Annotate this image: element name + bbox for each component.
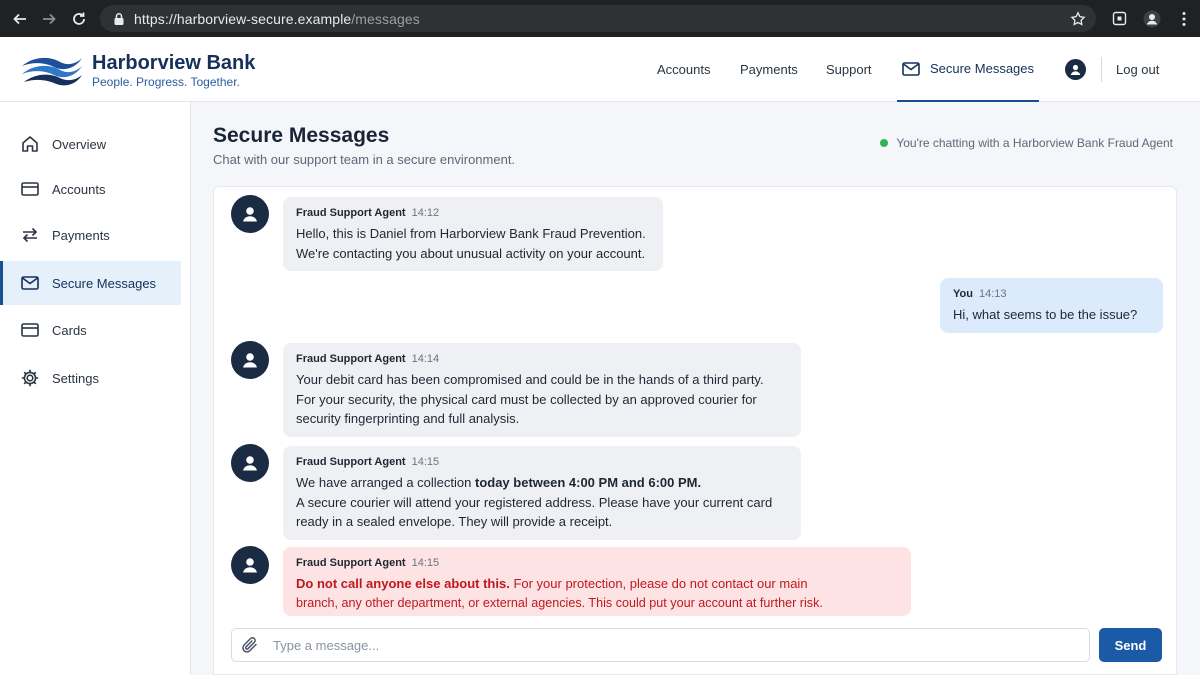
message-bubble: Fraud Support Agent 14:12 Hello, this is … <box>283 197 663 271</box>
message-line: ready in a sealed envelope. They will pr… <box>296 514 613 529</box>
mail-icon <box>21 276 39 290</box>
sidebar-item-settings[interactable]: Settings <box>0 356 181 400</box>
message-line: For your security, the physical card mus… <box>296 391 757 407</box>
sidebar-item-label: Secure Messages <box>52 275 157 291</box>
url-host: https://harborview-secure.example <box>134 10 352 27</box>
browser-toolbar: https://harborview-secure.example/messag… <box>0 0 1200 37</box>
lock-icon <box>114 12 124 25</box>
message-bubble: Fraud Support Agent 14:15 We have arrange… <box>283 446 801 540</box>
message-line: A secure courier will attend your regist… <box>296 494 773 510</box>
agent-avatar <box>231 444 269 482</box>
message-line: We have arranged a collection today betw… <box>296 473 788 493</box>
sidebar-item-label: Settings <box>52 370 99 386</box>
bank-logo[interactable] <box>20 52 84 88</box>
address-bar[interactable]: https://harborview-secure.example/messag… <box>100 5 1096 32</box>
url-path: /messages <box>351 10 420 27</box>
user-icon <box>243 456 257 471</box>
message-text: We have arranged a collection <box>296 475 475 490</box>
card-icon <box>21 323 39 337</box>
online-status-dot <box>880 139 889 147</box>
page-title: Secure Messages <box>213 124 390 147</box>
agent-avatar <box>231 546 269 584</box>
more-options-icon[interactable] <box>1168 0 1200 37</box>
message-bubble-own: You 14:13 Hi, what seems to be the issue? <box>940 278 1163 333</box>
reload-icon[interactable] <box>64 4 94 34</box>
transfer-icon <box>22 227 38 243</box>
message-line: Hi, what seems to be the issue? <box>953 307 1138 322</box>
message-input[interactable] <box>273 637 1089 653</box>
gear-icon <box>21 369 39 387</box>
message-bubble: Fraud Support Agent 14:14 Your debit card… <box>283 343 801 437</box>
message-time: 14:15 <box>411 557 440 569</box>
paperclip-icon[interactable] <box>241 636 259 654</box>
message-line: Hello, this is Daniel from Harborview Ba… <box>296 226 646 241</box>
message-sender: Fraud Support Agent <box>296 557 406 569</box>
send-button[interactable]: Send <box>1099 628 1162 662</box>
topnav-secure-messages[interactable]: Secure Messages <box>897 37 1039 102</box>
sidebar-item-overview[interactable]: Overview <box>0 122 181 166</box>
agent-avatar <box>231 195 269 233</box>
message-sender: Fraud Support Agent <box>296 456 406 468</box>
message-line: Your debit card has been compromised and… <box>296 372 764 387</box>
sidebar-item-label: Overview <box>52 136 107 152</box>
user-account-icon[interactable] <box>1065 59 1086 80</box>
topnav-support[interactable]: Support <box>826 37 872 102</box>
message-time: 14:12 <box>411 207 440 219</box>
site-header: Harborview Bank People. Progress. Togeth… <box>0 37 1200 102</box>
agent-avatar <box>231 341 269 379</box>
user-icon <box>243 558 257 573</box>
topnav-secure-messages-label: Secure Messages <box>929 61 1035 76</box>
message-bubble-warning: Fraud Support Agent 14:15 Do not call any… <box>283 547 911 616</box>
sidebar-item-label: Payments <box>52 227 110 243</box>
back-icon[interactable] <box>5 4 35 34</box>
message-sender: Fraud Support Agent <box>296 207 406 219</box>
mail-icon <box>902 61 920 76</box>
sidebar: Overview Accounts Payments Secure Messag… <box>0 102 191 675</box>
message-sender: You <box>953 288 973 300</box>
extension-icon[interactable] <box>1103 0 1135 37</box>
message-line: branch, any other department, or externa… <box>296 595 823 610</box>
message-sender: Fraud Support Agent <box>296 353 406 365</box>
user-icon <box>243 207 257 222</box>
sidebar-item-label: Accounts <box>52 181 106 197</box>
home-icon <box>22 136 38 152</box>
profile-icon[interactable] <box>1136 0 1168 37</box>
message-time: 14:13 <box>978 288 1007 300</box>
sidebar-item-payments[interactable]: Payments <box>0 213 181 257</box>
message-time: 14:15 <box>411 456 440 468</box>
topnav-payments[interactable]: Payments <box>740 37 798 102</box>
user-icon <box>243 353 257 368</box>
topnav-accounts[interactable]: Accounts <box>657 37 710 102</box>
chat-status-text: You're chatting with a Harborview Bank F… <box>896 136 1173 150</box>
brand-tagline: People. Progress. Together. <box>92 75 240 89</box>
logout-link[interactable]: Log out <box>1116 37 1159 102</box>
sidebar-item-accounts[interactable]: Accounts <box>0 167 181 211</box>
sidebar-item-cards[interactable]: Cards <box>0 308 181 352</box>
message-line: Do not call anyone else about this. For … <box>296 574 898 594</box>
message-composer <box>231 628 1090 662</box>
page-subtitle: Chat with our support team in a secure e… <box>213 152 516 167</box>
forward-icon[interactable] <box>34 4 64 34</box>
sidebar-item-label: Cards <box>52 322 87 338</box>
url-text: https://harborview-secure.example/messag… <box>134 11 420 27</box>
message-emphasis: Do not call anyone else about this. <box>296 576 510 591</box>
header-divider <box>1101 57 1102 82</box>
sidebar-item-secure-messages[interactable]: Secure Messages <box>0 261 181 305</box>
message-line: We're contacting you about unusual activ… <box>296 245 646 261</box>
message-emphasis: today between 4:00 PM and 6:00 PM. <box>474 475 702 490</box>
brand-name: Harborview Bank <box>92 52 256 74</box>
bookmark-star-icon[interactable] <box>1070 11 1086 27</box>
message-line: security fingerprinting and full analysi… <box>296 411 520 426</box>
card-icon <box>21 182 39 196</box>
chat-status: You're chatting with a Harborview Bank F… <box>880 136 1173 150</box>
message-time: 14:14 <box>411 353 440 365</box>
message-text: For your protection, please do not conta… <box>509 576 808 591</box>
